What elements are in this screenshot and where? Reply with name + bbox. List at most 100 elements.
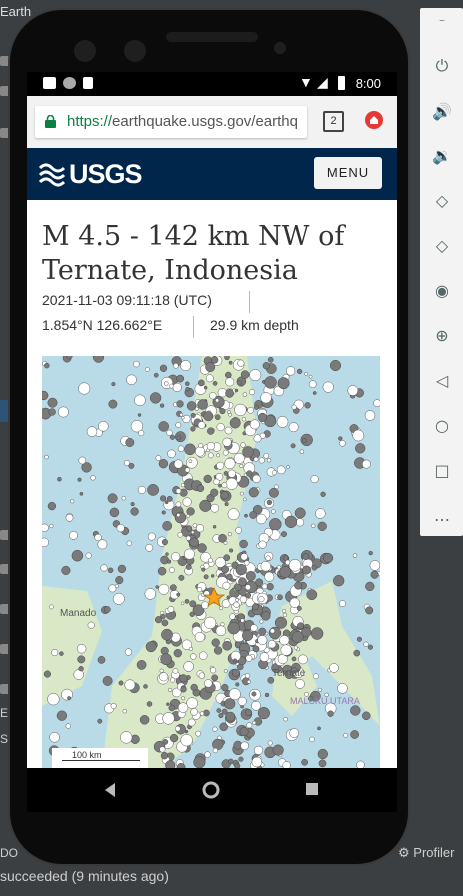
- earthquake-marker[interactable]: [235, 563, 247, 576]
- earthquake-marker[interactable]: [159, 672, 169, 682]
- earthquake-marker[interactable]: [210, 356, 219, 364]
- earthquake-marker[interactable]: [245, 592, 252, 599]
- earthquake-marker[interactable]: [179, 412, 184, 417]
- earthquake-marker[interactable]: [221, 565, 230, 574]
- earthquake-marker[interactable]: [42, 537, 49, 548]
- earthquake-marker[interactable]: [144, 366, 150, 372]
- earthquake-marker[interactable]: [365, 606, 374, 615]
- earthquake-marker[interactable]: [149, 392, 162, 404]
- earthquake-marker[interactable]: [238, 756, 244, 762]
- earthquake-marker[interactable]: [218, 483, 222, 488]
- earthquake-marker[interactable]: [256, 513, 267, 525]
- earthquake-marker[interactable]: [302, 438, 307, 443]
- tab-switcher-button[interactable]: 2: [323, 111, 344, 132]
- earthquake-marker[interactable]: [169, 434, 175, 440]
- earthquake-marker[interactable]: [343, 732, 348, 738]
- earthquake-marker[interactable]: [57, 476, 62, 482]
- earthquake-marker[interactable]: [225, 711, 236, 722]
- earthquake-marker[interactable]: [329, 663, 339, 673]
- earthquake-marker[interactable]: [267, 356, 274, 363]
- earthquake-marker[interactable]: [180, 601, 185, 606]
- earthquake-marker[interactable]: [239, 464, 244, 469]
- earthquake-marker[interactable]: [315, 508, 326, 519]
- earthquake-marker[interactable]: [369, 560, 380, 571]
- earthquake-marker[interactable]: [169, 567, 175, 573]
- earthquake-marker[interactable]: [211, 674, 219, 682]
- earthquake-marker[interactable]: [190, 708, 198, 716]
- earthquake-marker[interactable]: [186, 401, 197, 411]
- earthquake-marker[interactable]: [167, 687, 173, 692]
- earthquake-marker[interactable]: [274, 616, 288, 629]
- earthquake-marker[interactable]: [271, 509, 276, 514]
- earthquake-marker[interactable]: [288, 559, 302, 572]
- earthquake-marker[interactable]: [103, 606, 111, 613]
- earthquake-marker[interactable]: [223, 554, 231, 562]
- earthquake-marker[interactable]: [61, 565, 71, 575]
- minimize-icon[interactable]: –: [432, 10, 452, 30]
- earthquake-marker[interactable]: [327, 710, 334, 717]
- earthquake-marker[interactable]: [222, 640, 233, 651]
- earthquake-marker[interactable]: [329, 359, 342, 372]
- earthquake-marker[interactable]: [210, 503, 220, 513]
- earthquake-marker[interactable]: [190, 412, 196, 418]
- earthquake-marker[interactable]: [225, 389, 234, 398]
- earthquake-marker[interactable]: [281, 531, 287, 538]
- earthquake-marker[interactable]: [161, 628, 173, 641]
- earthquake-marker[interactable]: [205, 374, 214, 383]
- earthquake-marker[interactable]: [234, 388, 239, 393]
- earthquake-marker[interactable]: [297, 622, 304, 630]
- earthquake-marker[interactable]: [116, 524, 125, 533]
- earthquake-marker[interactable]: [190, 683, 198, 692]
- earthquake-marker[interactable]: [317, 748, 328, 760]
- earthquake-marker[interactable]: [370, 570, 379, 579]
- earthquake-marker[interactable]: [233, 658, 238, 663]
- earthquake-marker[interactable]: [194, 632, 205, 643]
- earthquake-marker[interactable]: [252, 603, 259, 611]
- earthquake-marker[interactable]: [197, 421, 206, 429]
- earthquake-marker[interactable]: [227, 508, 240, 521]
- earthquake-marker[interactable]: [266, 499, 273, 506]
- earthquake-marker[interactable]: [71, 549, 84, 562]
- earthquake-marker[interactable]: [147, 532, 156, 541]
- earthquake-marker[interactable]: [220, 491, 229, 500]
- earthquake-marker[interactable]: [222, 449, 229, 456]
- earthquake-marker[interactable]: [222, 581, 231, 590]
- earthquake-marker[interactable]: [235, 682, 240, 687]
- earthquake-marker[interactable]: [44, 362, 50, 369]
- earthquake-marker[interactable]: [65, 513, 74, 522]
- earthquake-marker[interactable]: [288, 422, 299, 433]
- earthquake-marker[interactable]: [267, 740, 273, 746]
- earthquake-marker[interactable]: [190, 426, 196, 432]
- earthquake-marker[interactable]: [161, 510, 166, 515]
- power-icon[interactable]: ⏻: [432, 56, 452, 76]
- earthquake-marker[interactable]: [185, 535, 191, 541]
- profiler-tab[interactable]: ⚙ Profiler: [398, 845, 454, 861]
- earthquake-marker[interactable]: [203, 385, 208, 390]
- earthquake-marker[interactable]: [111, 382, 116, 387]
- earthquake-marker[interactable]: [227, 410, 231, 414]
- earthquake-marker[interactable]: [231, 668, 240, 677]
- earthquake-marker[interactable]: [160, 555, 169, 565]
- earthquake-marker[interactable]: [322, 381, 334, 393]
- earthquake-marker[interactable]: [261, 611, 271, 621]
- earthquake-marker[interactable]: [186, 525, 193, 532]
- earthquake-marker[interactable]: [166, 702, 170, 706]
- earthquake-marker[interactable]: [94, 533, 102, 542]
- nav-overview-icon[interactable]: [305, 782, 319, 796]
- earthquake-marker[interactable]: [133, 360, 140, 368]
- earthquake-marker[interactable]: [350, 730, 359, 739]
- earthquake-marker[interactable]: [250, 624, 258, 632]
- earthquake-marker[interactable]: [193, 756, 206, 769]
- earthquake-marker[interactable]: [234, 403, 247, 417]
- earthquake-marker[interactable]: [249, 369, 262, 382]
- earthquake-marker[interactable]: [235, 615, 239, 619]
- earthquake-marker[interactable]: [100, 564, 108, 572]
- earthquake-marker[interactable]: [90, 475, 96, 481]
- earthquake-marker[interactable]: [198, 672, 205, 679]
- earthquake-marker[interactable]: [168, 704, 176, 712]
- earthquake-marker[interactable]: [162, 521, 173, 531]
- earthquake-marker[interactable]: [257, 412, 268, 422]
- earthquake-marker[interactable]: [213, 478, 220, 485]
- earthquake-marker[interactable]: [221, 708, 228, 715]
- earthquake-marker[interactable]: [240, 442, 246, 448]
